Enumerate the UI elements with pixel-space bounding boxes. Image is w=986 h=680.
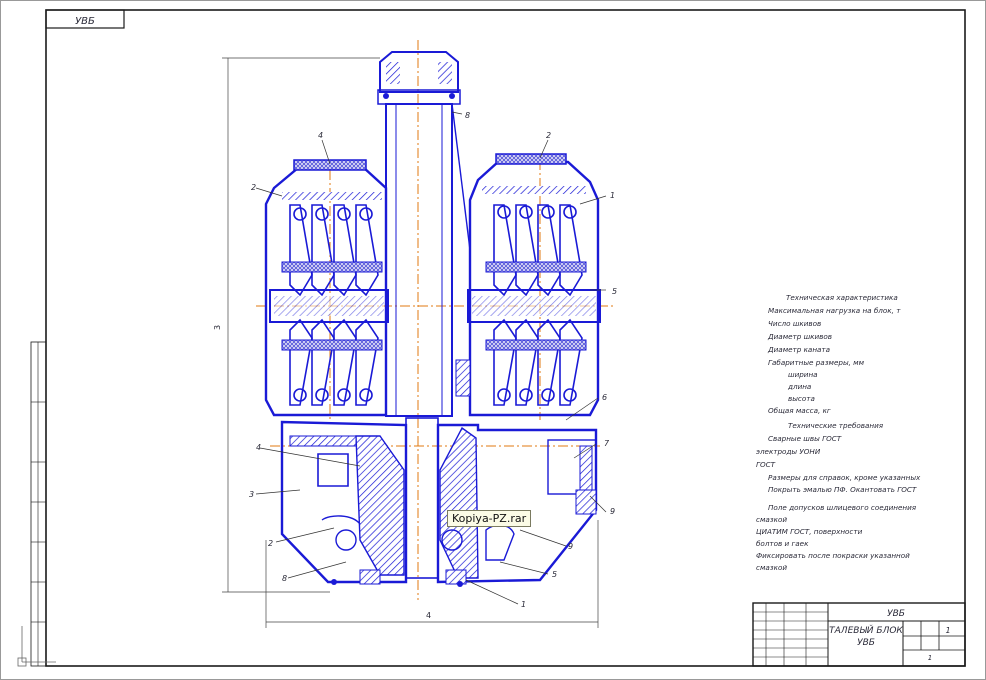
tech-req-line: ГОСТ <box>756 460 776 469</box>
tech-spec-line: Габаритные размеры, мм <box>768 358 865 367</box>
tech-req-line: Размеры для справок, кроме указанных <box>768 473 921 482</box>
height-dim-label: 3 <box>213 325 222 330</box>
callout-8-lower: 8 <box>282 574 287 583</box>
callout-8: 8 <box>465 111 470 120</box>
left-sheaves-lower <box>289 318 379 406</box>
right-sheaves-lower <box>493 318 583 406</box>
code-stamp: УВБ <box>45 9 125 29</box>
callout-2-upper: 2 <box>546 131 551 140</box>
width-dim-label: 4 <box>426 611 431 620</box>
title-block-name-2: УВБ <box>857 638 875 648</box>
callout-2-left: 2 <box>251 183 256 192</box>
title-block-code: УВБ <box>887 609 905 619</box>
callout-4-lower: 4 <box>256 443 261 452</box>
right-sheave-housing <box>455 153 601 417</box>
tech-spec-line: ширина <box>788 370 818 379</box>
tech-req-line: Сварные швы ГОСТ <box>768 434 842 443</box>
tech-spec-line: Максимальная нагрузка на блок, т <box>768 306 901 315</box>
tech-req-line: электроды УОНИ <box>756 447 821 456</box>
tech-spec-line: Число шкивов <box>768 319 821 328</box>
left-sheave-housing <box>264 159 389 417</box>
tech-specs-title: Техническая характеристика <box>786 293 898 302</box>
callout-9-right: 9 <box>610 507 615 516</box>
tech-req-line: Покрыть эмалью ПФ. Окантовать ГОСТ <box>768 485 917 494</box>
tech-requirements: Технические требования Сварные швы ГОСТ … <box>756 421 921 572</box>
tech-req-line: смазкой <box>756 515 787 524</box>
callout-2-lower: 2 <box>268 539 273 548</box>
traveling-block-assembly: 3 4 4 2 2 1 5 8 6 7 4 3 2 8 9 9 5 1 <box>213 40 617 628</box>
left-sheaves-upper <box>289 204 379 297</box>
tech-req-line: Фиксировать после покраски указанной <box>756 551 910 560</box>
callout-1-lower: 1 <box>521 600 526 609</box>
tech-spec-line: Диаметр каната <box>767 345 830 354</box>
tech-req-line: ЦИАТИМ ГОСТ, поверхности <box>756 527 863 536</box>
tech-req-line: смазкой <box>756 563 787 572</box>
drawing-sheet: УВБ 3 4 4 2 2 1 5 8 6 7 4 3 2 8 9 9 5 1 … <box>0 0 986 680</box>
tech-spec-line: длина <box>787 382 811 391</box>
callout-numbers: 4 2 2 1 5 8 6 7 4 3 2 8 9 9 5 1 <box>249 111 617 609</box>
title-block-scale: 1 <box>945 626 950 635</box>
lower-body <box>280 417 598 587</box>
title-block-sheet: 1 <box>928 654 932 662</box>
file-tooltip: Kopiya-PZ.rar <box>447 510 532 527</box>
callout-7: 7 <box>604 439 610 448</box>
tech-specs: Техническая характеристика Максимальная … <box>767 293 901 415</box>
ucs-icon <box>17 626 56 667</box>
callout-4-upper: 4 <box>318 131 323 140</box>
callout-1-right: 1 <box>610 191 615 200</box>
right-sheaves-upper <box>493 204 583 297</box>
callout-5-lower: 5 <box>552 570 557 579</box>
tech-spec-line: Общая масса, кг <box>768 406 831 415</box>
tech-spec-line: Диаметр шкивов <box>767 332 832 341</box>
callout-5-right: 5 <box>612 287 617 296</box>
tech-req-line: Поле допусков шлицевого соединения <box>768 503 917 512</box>
title-block: УВБ ТАЛЕВЫЙ БЛОК УВБ 1 1 <box>752 602 966 667</box>
tech-req-title: Технические требования <box>788 421 884 430</box>
callout-6: 6 <box>602 393 607 402</box>
tech-spec-line: высота <box>788 394 815 403</box>
title-block-name: ТАЛЕВЫЙ БЛОК <box>829 624 903 636</box>
callout-3: 3 <box>249 490 254 499</box>
tech-req-line: болтов и гаек <box>756 539 809 548</box>
code-stamp-text: УВБ <box>75 16 95 27</box>
callout-9: 9 <box>568 542 573 551</box>
